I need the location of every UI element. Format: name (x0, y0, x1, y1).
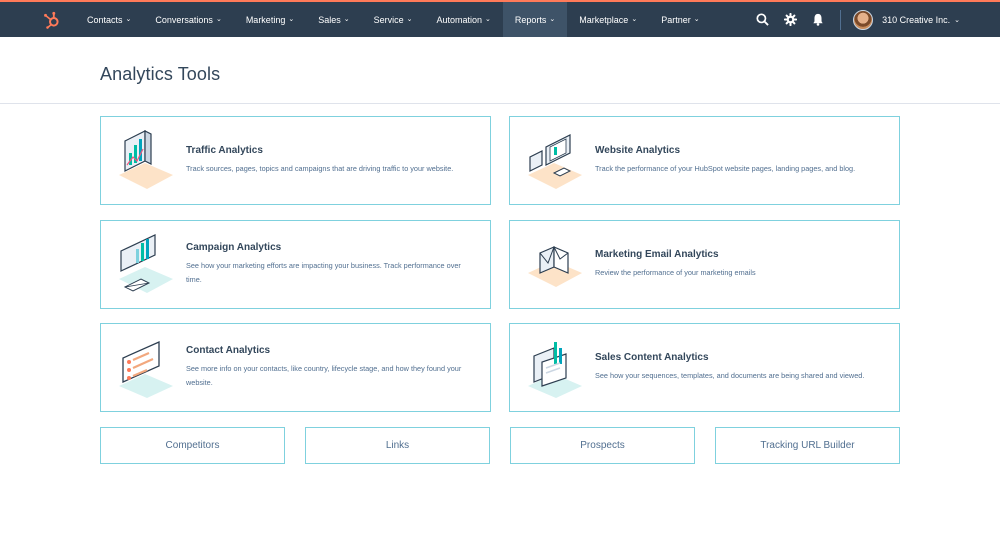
nav-item-label: Sales (318, 14, 341, 25)
contact-analytics-card[interactable]: Contact Analytics See more info on your … (100, 323, 491, 412)
nav-item-label: Conversations (155, 14, 213, 25)
nav-item-partner[interactable]: Partner ⌄ (649, 2, 711, 37)
avatar[interactable] (853, 9, 874, 30)
button-label: Prospects (580, 440, 625, 451)
nav-item-label: Marketing (245, 14, 286, 25)
nav-item-sales[interactable]: Sales ⌄ (306, 2, 361, 37)
traffic-analytics-card[interactable]: Traffic Analytics Track sources, pages, … (100, 116, 491, 205)
chevron-down-icon: ⌄ (631, 15, 638, 23)
card-title: Sales Content Analytics (595, 352, 709, 363)
nav-item-automation[interactable]: Automation ⌄ (424, 2, 502, 37)
notifications-button[interactable] (804, 2, 832, 37)
nav-divider (840, 9, 842, 30)
card-description: Review the performance of your marketing… (595, 268, 756, 277)
search-button[interactable] (748, 2, 776, 37)
chevron-down-icon: ⌄ (549, 15, 556, 23)
traffic-chart-illustration-icon (119, 130, 173, 189)
nav-utilities: 310 Creative Inc. ⌄ (748, 2, 1000, 37)
nav-item-label: Partner (661, 14, 691, 25)
main-menu: Contacts ⌄ Conversations ⌄ Marketing ⌄ Sale… (75, 2, 712, 37)
button-label: Tracking URL Builder (760, 440, 855, 451)
hubspot-logo-icon[interactable] (43, 11, 61, 29)
button-label: Links (385, 440, 410, 451)
chevron-down-icon: ⌄ (693, 15, 700, 23)
email-illustration-icon (528, 246, 582, 287)
nav-item-reports[interactable]: Reports ⌄ (502, 2, 568, 37)
website-analytics-card[interactable]: Website Analytics Track the performance … (509, 116, 900, 205)
sales-content-analytics-card[interactable]: Sales Content Analytics See how your seq… (509, 323, 900, 412)
competitors-button[interactable]: Competitors (100, 427, 285, 464)
nav-item-marketing[interactable]: Marketing ⌄ (234, 2, 306, 37)
chevron-down-icon: ⌄ (343, 15, 350, 23)
card-title: Contact Analytics (186, 345, 271, 356)
sales-documents-illustration-icon (528, 342, 582, 398)
tracking-url-builder-button[interactable]: Tracking URL Builder (715, 427, 900, 464)
chevron-down-icon: ⌄ (288, 15, 295, 23)
nav-item-conversations[interactable]: Conversations ⌄ (143, 2, 233, 37)
nav-item-service[interactable]: Service ⌄ (362, 2, 425, 37)
top-navigation-bar: Contacts ⌄ Conversations ⌄ Marketing ⌄ Sale… (0, 0, 1000, 37)
card-description: See more info on your contacts, like cou… (186, 364, 462, 387)
marketing-email-analytics-card[interactable]: Marketing Email Analytics Review the per… (509, 220, 900, 309)
chevron-down-icon: ⌄ (406, 15, 413, 23)
card-description: Track the performance of your HubSpot we… (595, 164, 856, 173)
prospects-button[interactable]: Prospects (510, 427, 695, 464)
card-title: Marketing Email Analytics (595, 249, 719, 260)
campaign-analytics-card[interactable]: Campaign Analytics See how your marketin… (100, 220, 491, 309)
card-description: See how your sequences, templates, and d… (595, 371, 865, 380)
card-description: Track sources, pages, topics and campaig… (186, 164, 454, 173)
nav-item-label: Service (373, 14, 404, 25)
chevron-down-icon: ⌄ (954, 16, 960, 24)
card-title: Traffic Analytics (186, 145, 263, 156)
chevron-down-icon: ⌄ (215, 15, 222, 23)
card-title: Campaign Analytics (186, 242, 282, 253)
gear-icon (783, 13, 797, 26)
account-name: 310 Creative Inc. (882, 14, 951, 25)
links-button[interactable]: Links (305, 427, 490, 464)
campaign-chart-illustration-icon (119, 234, 173, 293)
settings-button[interactable] (776, 2, 804, 37)
account-menu[interactable]: 310 Creative Inc. ⌄ (882, 15, 960, 25)
nav-item-contacts[interactable]: Contacts ⌄ (75, 2, 143, 37)
bell-icon (813, 13, 823, 26)
website-devices-illustration-icon (528, 134, 582, 189)
header-divider (0, 103, 1000, 104)
button-label: Competitors (165, 440, 220, 451)
nav-item-label: Reports (514, 14, 547, 25)
chevron-down-icon: ⌄ (485, 15, 491, 23)
chevron-down-icon: ⌄ (125, 15, 132, 23)
page-title: Analytics Tools (100, 64, 221, 84)
nav-item-marketplace[interactable]: Marketplace ⌄ (567, 2, 649, 37)
search-icon (756, 13, 769, 26)
contact-cards-illustration-icon (119, 340, 173, 398)
card-title: Website Analytics (595, 145, 681, 156)
nav-item-label: Marketplace (579, 14, 629, 25)
nav-item-label: Automation (436, 14, 483, 25)
card-description: See how your marketing efforts are impac… (186, 261, 461, 284)
nav-item-label: Contacts (87, 14, 123, 25)
